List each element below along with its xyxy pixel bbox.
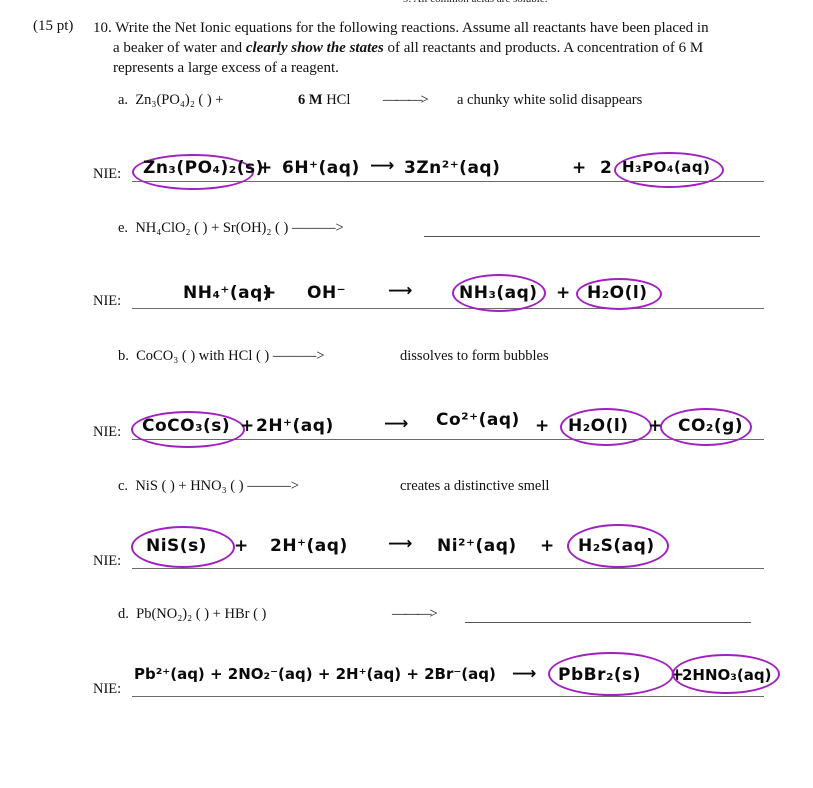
answer-c-r2: 2H⁺(aq) xyxy=(270,536,348,556)
part-e-reactants: NH₄ClO₂ ( ) + Sr(OH)₂ ( ) ———> xyxy=(135,220,344,236)
question-line-3: represents a large excess of a reagent. xyxy=(113,60,339,76)
answer-a-r1: Zn₃(PO₄)₂(s) xyxy=(143,158,264,178)
answer-c-plus: + xyxy=(234,536,249,556)
answer-a-plus: + xyxy=(258,158,273,178)
answer-d-reactants: Pb²⁺(aq) + 2NO₂⁻(aq) + 2H⁺(aq) + 2Br⁻(aq… xyxy=(134,665,496,683)
answer-b-p2: H₂O(l) xyxy=(568,416,629,436)
nie-label-c: NIE: xyxy=(93,553,122,569)
answer-b-p1: Co²⁺(aq) xyxy=(436,410,520,430)
points-label: (15 pt) xyxy=(33,18,74,34)
nie-label-a: NIE: xyxy=(93,166,122,182)
answer-c-p1: Ni²⁺(aq) xyxy=(437,536,517,556)
nie-label-e: NIE: xyxy=(93,293,122,309)
answer-e-plus-2: + xyxy=(556,283,571,303)
answer-a-arrow: ⟶ xyxy=(370,156,395,176)
part-d-prompt: d. Pb(NO₂)₂ ( ) + HBr ( ) xyxy=(118,606,267,622)
answer-line-d[interactable] xyxy=(132,696,764,697)
question-line-2: a beaker of water and clearly show the s… xyxy=(113,40,704,56)
cutoff-header-text: 9. All common acids are soluble. xyxy=(403,0,548,5)
answer-a-r2: 6H⁺(aq) xyxy=(282,158,360,178)
answer-b-plus-2: + xyxy=(535,416,550,436)
emphasis-text: clearly show the states xyxy=(245,40,384,56)
part-a-arrow: ———> xyxy=(383,92,429,108)
answer-b-r1: CoCO₃(s) xyxy=(142,416,231,436)
part-b-observation: dissolves to form bubbles xyxy=(400,348,549,364)
answer-line-c[interactable] xyxy=(132,568,764,569)
answer-d-p2: 2HNO₃(aq) xyxy=(682,666,772,684)
answer-c-plus-2: + xyxy=(540,536,555,556)
part-b-reactants: CoCO₃ ( ) with HCl ( ) ———> xyxy=(136,348,325,364)
answer-b-arrow: ⟶ xyxy=(384,414,409,434)
answer-c-p2: H₂S(aq) xyxy=(578,536,655,556)
answer-d-arrow: ⟶ xyxy=(512,664,537,684)
question-line-1: 10. Write the Net Ionic equations for th… xyxy=(93,20,709,36)
answer-e-plus: + xyxy=(262,283,277,303)
answer-e-r1: NH₄⁺(aq) xyxy=(183,283,272,303)
answer-d-p1: PbBr₂(s) xyxy=(558,665,642,685)
answer-line-e[interactable] xyxy=(132,308,764,309)
answer-b-plus: + xyxy=(240,416,255,436)
part-a-reactant-2: 6 M HCl xyxy=(298,92,351,108)
answer-c-r1: NiS(s) xyxy=(146,536,207,556)
part-c-observation: creates a distinctive smell xyxy=(400,478,550,494)
answer-e-p1: NH₃(aq) xyxy=(459,283,538,303)
part-b-prompt: b. CoCO₃ ( ) with HCl ( ) ———> xyxy=(118,348,325,364)
answer-a-coef: 2 xyxy=(600,158,613,178)
answer-e-arrow: ⟶ xyxy=(388,281,413,301)
part-c-reactants: NiS ( ) + HNO₃ ( ) ———> xyxy=(135,478,299,494)
part-d-observation-blank[interactable] xyxy=(465,622,751,623)
answer-e-r2: OH⁻ xyxy=(307,283,347,303)
answer-a-plus-2: + xyxy=(572,158,587,178)
part-e-prompt: e. NH₄ClO₂ ( ) + Sr(OH)₂ ( ) ———> xyxy=(118,220,344,236)
question-prompt: 10. Write the Net Ionic equations for th… xyxy=(93,18,773,78)
part-a-observation: a chunky white solid disappears xyxy=(457,92,643,108)
answer-a-p1: 3Zn²⁺(aq) xyxy=(404,158,501,178)
answer-a-p2: H₃PO₄(aq) xyxy=(622,158,711,176)
answer-c-arrow: ⟶ xyxy=(388,534,413,554)
part-d-arrow: ———> xyxy=(392,606,438,622)
nie-label-d: NIE: xyxy=(93,681,122,697)
part-d-reactants: Pb(NO₂)₂ ( ) + HBr ( ) xyxy=(136,606,267,622)
part-e-observation-blank[interactable] xyxy=(424,236,760,237)
part-a-reactant-1: Zn₃(PO₄)₂ ( ) + xyxy=(135,92,224,108)
answer-b-p3: CO₂(g) xyxy=(678,416,744,436)
answer-e-p2: H₂O(l) xyxy=(587,283,648,303)
part-c-prompt: c. NiS ( ) + HNO₃ ( ) ———> xyxy=(118,478,299,494)
part-a-prompt: a. Zn₃(PO₄)₂ ( ) + xyxy=(118,92,224,108)
answer-b-r2: 2H⁺(aq) xyxy=(256,416,334,436)
nie-label-b: NIE: xyxy=(93,424,122,440)
